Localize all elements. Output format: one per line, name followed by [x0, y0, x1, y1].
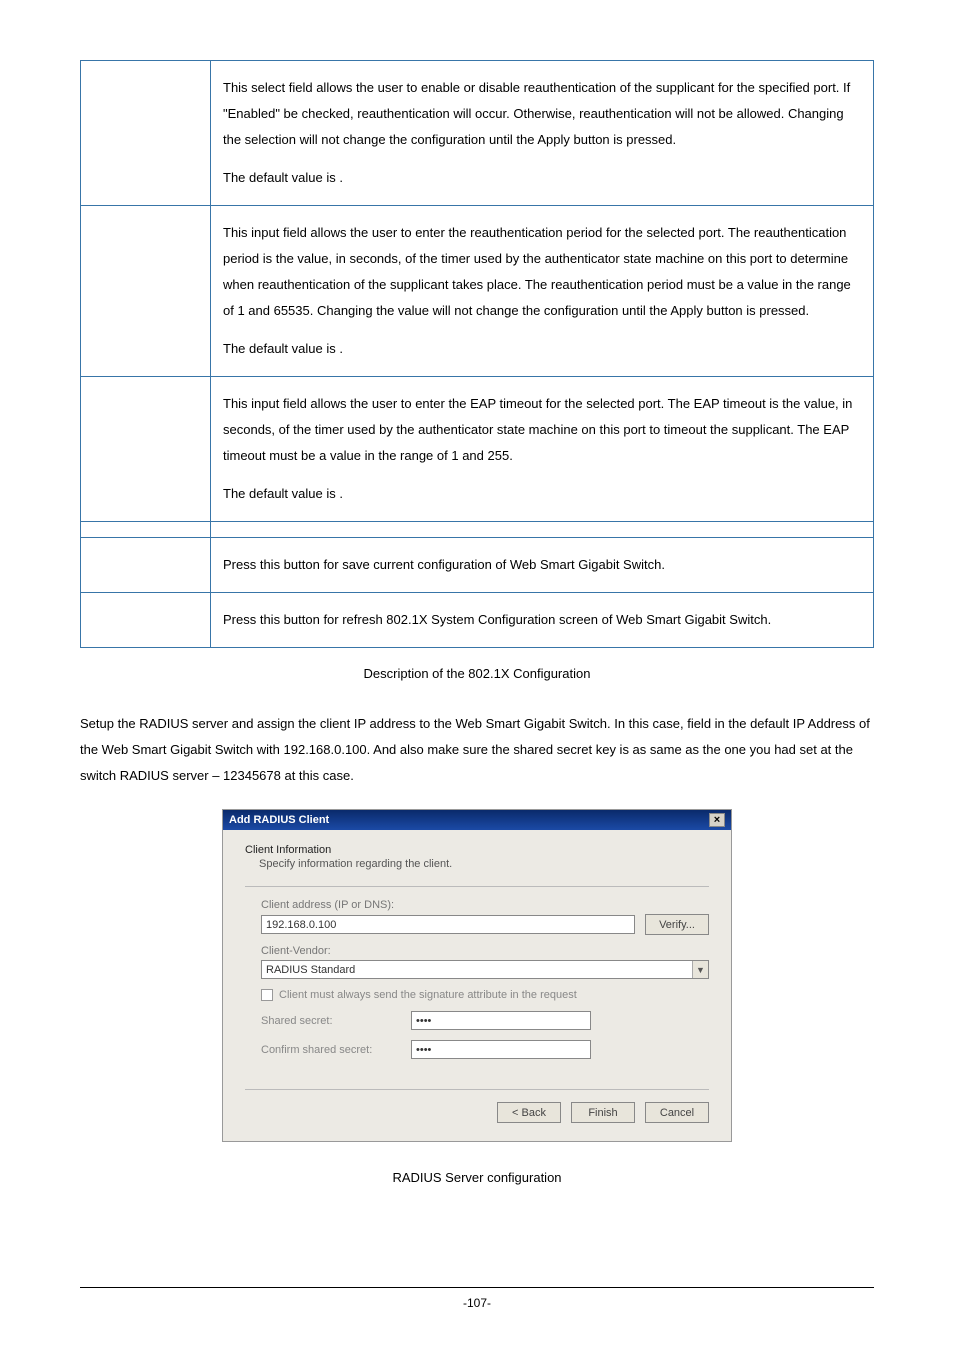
row-desc: This input field allows the user to ente… — [211, 377, 874, 522]
client-vendor-label: Client-Vendor: — [261, 945, 709, 957]
dialog-subheading: Specify information regarding the client… — [259, 858, 709, 870]
spacer-cell — [81, 522, 211, 538]
spacer-cell — [211, 522, 874, 538]
shared-secret-input[interactable] — [411, 1011, 591, 1030]
close-icon[interactable]: × — [709, 813, 725, 827]
back-button[interactable]: < Back — [497, 1102, 561, 1123]
row-desc: This select field allows the user to ena… — [211, 61, 874, 206]
client-address-label: Client address (IP or DNS): — [261, 899, 709, 911]
desc-text: This select field allows the user to ena… — [223, 75, 861, 153]
page-number: -107- — [463, 1296, 491, 1310]
dialog-heading: Client Information — [245, 844, 709, 856]
row-label — [81, 593, 211, 648]
row-desc: Press this button for save current confi… — [211, 538, 874, 593]
default-text: The default value is . — [223, 336, 861, 362]
chevron-down-icon: ▼ — [692, 961, 708, 978]
desc-text: This input field allows the user to ente… — [223, 220, 861, 324]
verify-button[interactable]: Verify... — [645, 914, 709, 935]
shared-secret-label: Shared secret: — [261, 1015, 411, 1027]
row-desc: Press this button for refresh 802.1X Sys… — [211, 593, 874, 648]
row-desc: This input field allows the user to ente… — [211, 206, 874, 377]
config-table: This select field allows the user to ena… — [80, 60, 874, 648]
client-vendor-select[interactable]: RADIUS Standard ▼ — [261, 960, 709, 979]
finish-button[interactable]: Finish — [571, 1102, 635, 1123]
default-text: The default value is . — [223, 165, 861, 191]
body-paragraph: Setup the RADIUS server and assign the c… — [80, 711, 874, 789]
dialog-footer: < Back Finish Cancel — [245, 1089, 709, 1123]
default-text: The default value is . — [223, 481, 861, 507]
add-radius-client-dialog: Add RADIUS Client × Client Information S… — [222, 809, 732, 1142]
row-label — [81, 377, 211, 522]
confirm-secret-label: Confirm shared secret: — [261, 1044, 411, 1056]
dialog-titlebar: Add RADIUS Client × — [223, 810, 731, 830]
row-label — [81, 538, 211, 593]
divider — [245, 886, 709, 887]
row-label — [81, 61, 211, 206]
checkbox-icon[interactable] — [261, 989, 273, 1001]
page-footer: -107- — [80, 1287, 874, 1310]
confirm-secret-input[interactable] — [411, 1040, 591, 1059]
row-label — [81, 206, 211, 377]
cancel-button[interactable]: Cancel — [645, 1102, 709, 1123]
dialog-title-text: Add RADIUS Client — [229, 814, 329, 826]
client-address-input[interactable] — [261, 915, 635, 934]
client-vendor-value: RADIUS Standard — [262, 964, 692, 976]
figure-caption: RADIUS Server configuration — [80, 1170, 874, 1185]
table-caption: Description of the 802.1X Configuration — [80, 666, 874, 681]
desc-text: This input field allows the user to ente… — [223, 391, 861, 469]
checkbox-label: Client must always send the signature at… — [279, 989, 577, 1001]
signature-checkbox-row[interactable]: Client must always send the signature at… — [261, 989, 709, 1001]
